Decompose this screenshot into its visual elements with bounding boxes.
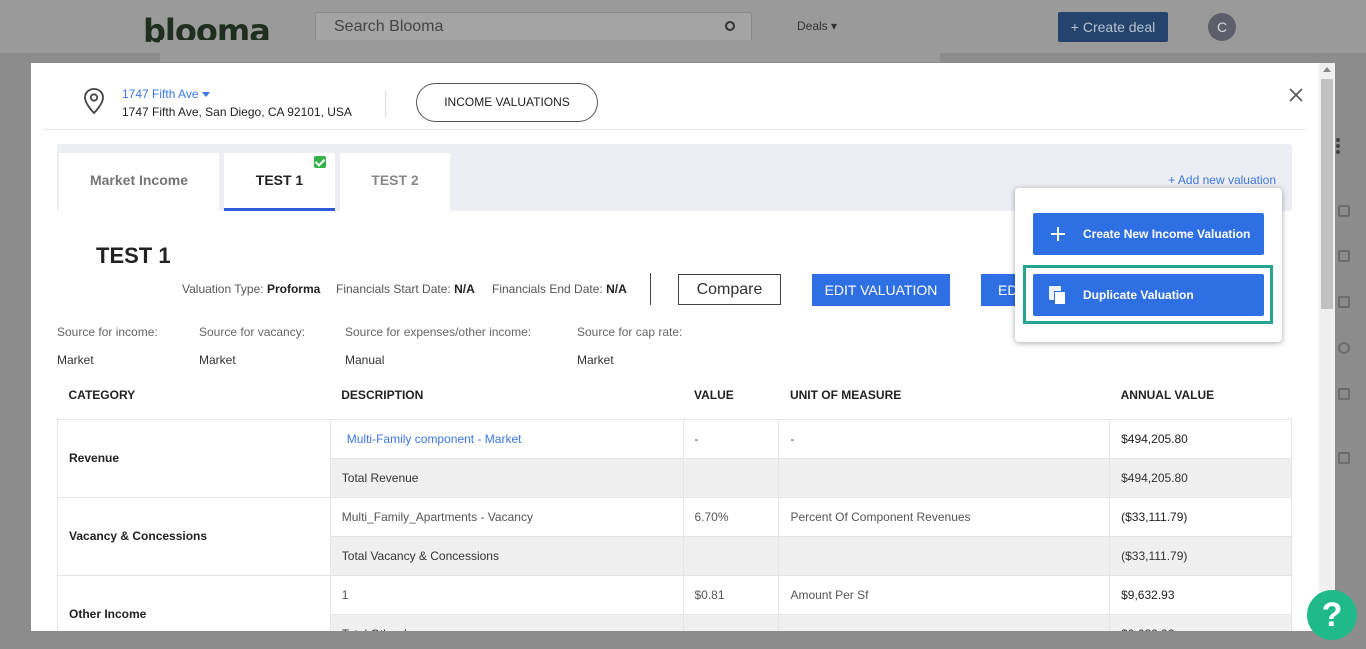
category-cell: Other Income xyxy=(57,574,331,631)
description-cell: Total Revenue xyxy=(329,457,684,498)
help-button[interactable]: ? xyxy=(1307,590,1357,640)
column-header: VALUE xyxy=(683,371,779,420)
tab-test-1[interactable]: TEST 1 xyxy=(224,153,335,211)
value-cell: - xyxy=(682,418,780,459)
duplicate-valuation-button[interactable]: Duplicate Valuation xyxy=(1033,274,1264,316)
annual-value-cell: ($33,111.79) xyxy=(1109,496,1292,537)
value-cell: 6.70% xyxy=(682,496,780,537)
annual-value-cell: $494,205.80 xyxy=(1109,457,1292,498)
income-valuations-button[interactable]: INCOME VALUATIONS xyxy=(416,83,598,122)
unit-cell xyxy=(778,457,1111,498)
category-cell: Vacancy & Concessions xyxy=(57,496,331,576)
scroll-up-arrow-icon[interactable] xyxy=(1323,67,1331,72)
source-vacancy-label: Source for vacancy: xyxy=(199,325,306,339)
table-header-row: CATEGORY DESCRIPTION VALUE UNIT OF MEASU… xyxy=(57,371,1292,420)
table-row: Vacancy & Concessions Multi_Family_Apart… xyxy=(57,496,1292,576)
unit-cell xyxy=(778,613,1111,631)
print-icon xyxy=(1338,296,1350,308)
source-expenses-label: Source for expenses/other income: xyxy=(345,325,532,339)
search-icon xyxy=(725,21,735,31)
search-input[interactable]: Search Blooma xyxy=(315,12,752,42)
divider xyxy=(385,91,386,117)
source-vacancy-value: Market xyxy=(199,353,236,367)
chat-icon xyxy=(1338,205,1350,217)
clock-icon xyxy=(1338,342,1350,354)
address-dropdown[interactable]: 1747 Fifth Ave xyxy=(122,87,210,101)
modal-header: 1747 Fifth Ave 1747 Fifth Ave, San Diego… xyxy=(43,63,1305,130)
unit-cell: Percent Of Component Revenues xyxy=(778,496,1111,537)
column-header: DESCRIPTION xyxy=(330,371,683,420)
description-cell: Total Vacancy & Concessions xyxy=(329,535,684,576)
unit-cell: Amount Per Sf xyxy=(778,574,1111,615)
annual-value-cell: $9,632.93 xyxy=(1109,613,1292,631)
value-cell xyxy=(682,535,780,576)
column-header: UNIT OF MEASURE xyxy=(778,371,1110,420)
tab-test-2[interactable]: TEST 2 xyxy=(340,153,450,211)
financials-end-date: Financials End Date: N/A xyxy=(492,282,627,296)
description-link[interactable]: Multi-Family component - Market xyxy=(329,418,684,459)
value-cell: $0.81 xyxy=(682,574,780,615)
create-deal-button[interactable]: + Create deal xyxy=(1058,12,1168,42)
value-cell xyxy=(682,457,780,498)
unit-cell xyxy=(778,535,1111,576)
folder-icon xyxy=(1338,388,1350,400)
tab-market-income[interactable]: Market Income xyxy=(59,153,219,211)
cloud-icon xyxy=(1338,250,1350,262)
valuation-type: Valuation Type: Proforma xyxy=(182,282,321,296)
divider xyxy=(650,273,651,305)
source-income-value: Market xyxy=(57,353,94,367)
compare-button[interactable]: Compare xyxy=(678,274,781,305)
annual-value-cell: $494,205.80 xyxy=(1109,418,1292,459)
description-cell: Multi_Family_Apartments - Vacancy xyxy=(329,496,684,537)
value-cell xyxy=(682,613,780,631)
modal-scrollbar[interactable] xyxy=(1319,63,1335,631)
address-full: 1747 Fifth Ave, San Diego, CA 92101, USA xyxy=(122,105,352,119)
unit-cell: - xyxy=(778,418,1111,459)
column-header: CATEGORY xyxy=(57,371,331,420)
list-icon xyxy=(1338,452,1350,464)
valuation-title: TEST 1 xyxy=(96,243,171,268)
avatar[interactable]: C xyxy=(1208,13,1236,41)
source-cap-rate-value: Market xyxy=(577,353,614,367)
location-pin-icon xyxy=(84,88,104,115)
copy-icon xyxy=(1049,286,1067,305)
create-new-income-valuation-button[interactable]: Create New Income Valuation xyxy=(1033,213,1264,255)
plus-icon xyxy=(1051,227,1065,241)
table-row: Other Income 1 $0.81 Amount Per Sf $9,63… xyxy=(57,574,1292,631)
table-row: Revenue Multi-Family component - Market … xyxy=(57,418,1292,498)
caret-down-icon xyxy=(201,92,210,98)
kebab-menu-icon xyxy=(1336,138,1340,154)
annual-value-cell: ($33,111.79) xyxy=(1109,535,1292,576)
valuation-table: CATEGORY DESCRIPTION VALUE UNIT OF MEASU… xyxy=(57,371,1292,631)
source-income-label: Source for income: xyxy=(57,325,158,339)
deals-menu[interactable]: Deals ▾ xyxy=(797,19,837,33)
category-cell: Revenue xyxy=(57,418,331,498)
source-expenses-value: Manual xyxy=(345,353,385,367)
description-cell: 1 xyxy=(329,574,684,615)
scrollbar-thumb[interactable] xyxy=(1321,79,1333,309)
add-valuation-popover: Create New Income Valuation Duplicate Va… xyxy=(1015,188,1282,342)
add-new-valuation-link[interactable]: + Add new valuation xyxy=(1168,173,1276,187)
background-table-strip xyxy=(160,40,940,62)
close-icon[interactable] xyxy=(1288,87,1304,103)
financials-start-date: Financials Start Date: N/A xyxy=(336,282,475,296)
column-header: ANNUAL VALUE xyxy=(1109,371,1292,420)
source-cap-rate-label: Source for cap rate: xyxy=(577,325,683,339)
checkmark-icon xyxy=(314,156,326,168)
edit-valuation-button[interactable]: EDIT VALUATION xyxy=(812,274,950,306)
search-placeholder: Search Blooma xyxy=(334,18,444,35)
annual-value-cell: $9,632.93 xyxy=(1109,574,1292,615)
income-valuation-modal: 1747 Fifth Ave 1747 Fifth Ave, San Diego… xyxy=(31,63,1335,631)
description-cell: Total Other Income xyxy=(329,613,684,631)
